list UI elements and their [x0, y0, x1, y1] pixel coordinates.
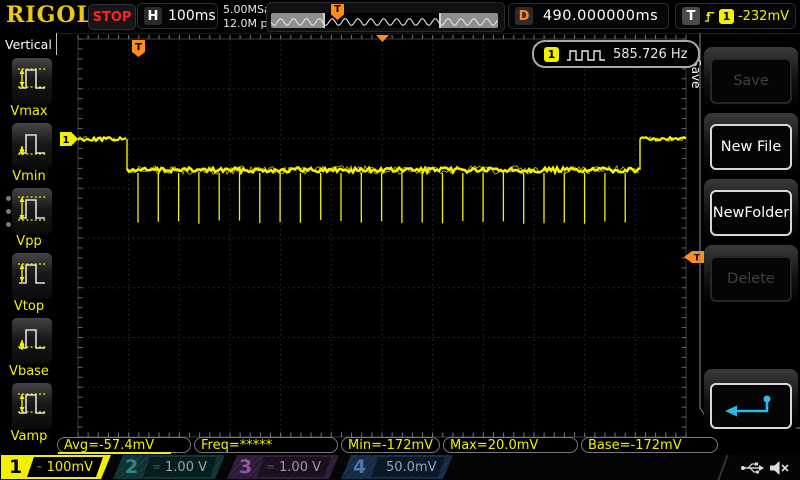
trigger-source-badge: 1: [718, 8, 734, 24]
top-status-bar: RIGOL STOP H 100ms 5.00MSa/s 12.0M pts T…: [0, 0, 800, 34]
rising-edge-icon: [704, 10, 715, 22]
trigger-key-label: T: [682, 7, 700, 25]
measurement-avg: Avg=-57.4mV: [57, 437, 191, 453]
status-separator: [717, 454, 729, 480]
delay-panel[interactable]: D 490.000000ms: [508, 3, 669, 29]
vmin-icon: [16, 126, 48, 166]
channel-1-number: 1: [9, 456, 23, 478]
measurement-max: Max=20.0mV: [443, 437, 578, 453]
preview-wave-icon: [271, 17, 498, 27]
oscilloscope-screen: RIGOL STOP H 100ms 5.00MSa/s 12.0M pts T…: [0, 0, 800, 480]
vmax-icon: [16, 61, 48, 101]
channel-status-bar: 1 100mV 2 1.00 V 3 1.00 V 4 50.0mV: [0, 454, 800, 480]
frequency-counter-readout: 1 585.726 Hz: [532, 40, 700, 68]
delay-key-label: D: [515, 7, 533, 25]
channel-2-status[interactable]: 2 1.00 V: [113, 455, 225, 479]
channel-3-number: 3: [239, 456, 253, 478]
frequency-value: 585.726 Hz: [613, 46, 688, 62]
horizontal-key-label: H: [144, 7, 162, 25]
waveform-display-area[interactable]: T1T: [58, 33, 706, 438]
vtop-button[interactable]: [11, 252, 53, 300]
save-button[interactable]: Save: [710, 58, 792, 104]
horizontal-timebase-panel[interactable]: H 100ms: [137, 3, 218, 29]
vtop-icon: [16, 256, 48, 296]
new-file-button[interactable]: New File: [710, 124, 792, 170]
channel-1-scale: 100mV: [46, 459, 93, 475]
vmax-button[interactable]: [11, 57, 53, 105]
measurement-highlight-underline: [58, 452, 171, 454]
vtop-label: Vtop: [13, 299, 45, 314]
vamp-label: Vamp: [10, 429, 48, 444]
usb-icon[interactable]: [740, 460, 764, 476]
preview-bar[interactable]: [271, 13, 498, 28]
measurement-freq: Freq=*****: [194, 437, 338, 453]
channel-1-status[interactable]: 1 100mV: [1, 455, 111, 479]
vpp-icon: [16, 191, 48, 231]
svg-text:1: 1: [63, 135, 70, 146]
left-tab-outline: [56, 33, 57, 55]
trigger-level-value: -232mV: [737, 8, 789, 24]
channel-2-number: 2: [125, 456, 139, 478]
channel-3-scale: 1.00 V: [279, 459, 321, 475]
channel-4-status[interactable]: 4 50.0mV: [341, 455, 453, 479]
return-button[interactable]: [710, 383, 792, 429]
rigol-logo: RIGOL: [6, 2, 93, 28]
vamp-button[interactable]: [11, 382, 53, 430]
dc-coupling-icon: [153, 462, 160, 472]
vbase-label: Vbase: [9, 364, 49, 379]
channel-3-status[interactable]: 3 1.00 V: [227, 455, 339, 479]
measure-menu-title: Vertical: [5, 37, 52, 52]
vpp-button[interactable]: [11, 187, 53, 235]
trigger-position-flag-icon: T: [132, 40, 145, 57]
vmin-label: Vmin: [12, 169, 46, 184]
channel-4-scale: 50.0mV: [386, 459, 437, 475]
vmax-label: Vmax: [10, 104, 48, 119]
vbase-button[interactable]: [11, 317, 53, 365]
vpp-label: Vpp: [16, 234, 42, 249]
trigger-panel[interactable]: T 1 -232mV: [675, 3, 796, 29]
channel-2-scale: 1.00 V: [165, 459, 207, 475]
freq-counter-channel-badge: 1: [544, 46, 559, 62]
svg-text:T: T: [135, 42, 142, 53]
vbase-icon: [16, 321, 48, 361]
vamp-icon: [16, 386, 48, 426]
channel-1-level-marker-icon: 1: [60, 132, 78, 146]
dc-coupling-icon: [267, 462, 274, 472]
square-wave-icon: [567, 49, 605, 61]
delay-value: 490.000000ms: [542, 8, 659, 24]
measurement-min: Min=-172mV: [341, 437, 440, 453]
channel-4-number: 4: [353, 456, 367, 478]
measure-menu-sidebar: Vertical Vmax Vmin Vpp Vtop Vbase Vamp: [0, 33, 58, 480]
save-menu-sidebar: Save Save New File NewFolder Delete: [686, 33, 800, 480]
vmin-button[interactable]: [11, 122, 53, 170]
return-arrow-icon: [725, 395, 771, 417]
run-state-badge[interactable]: STOP: [88, 4, 136, 30]
measurement-base: Base=-172mV: [581, 437, 718, 453]
memory-waveform-preview: T: [266, 2, 505, 32]
speaker-muted-icon[interactable]: [768, 459, 790, 477]
new-folder-button[interactable]: NewFolder: [710, 190, 792, 236]
dc-coupling-icon: [37, 462, 42, 472]
delete-button[interactable]: Delete: [710, 256, 792, 302]
timebase-value: 100ms: [168, 8, 216, 24]
